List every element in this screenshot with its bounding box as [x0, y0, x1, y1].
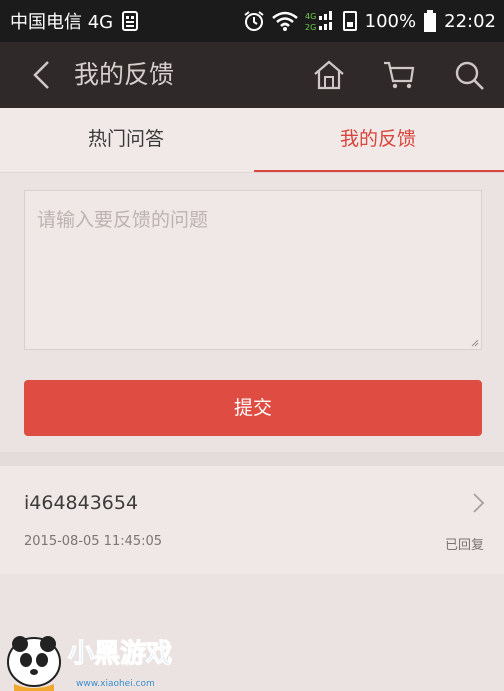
home-icon[interactable]: [312, 58, 346, 92]
back-icon[interactable]: [26, 58, 60, 92]
feedback-list-item[interactable]: i464843654 2015-08-05 11:45:05 已回复: [0, 466, 504, 574]
sim-icon: [122, 11, 139, 31]
submit-button[interactable]: 提交: [24, 380, 482, 436]
tab-hot-qa[interactable]: 热门问答: [0, 108, 252, 172]
tab-my-feedback[interactable]: 我的反馈: [252, 108, 504, 172]
search-icon[interactable]: [452, 58, 486, 92]
feedback-placeholder: 请输入要反馈的问题: [37, 209, 209, 231]
resize-grip-icon[interactable]: [471, 339, 479, 347]
svg-text:4G: 4G: [305, 12, 316, 21]
watermark-url: www.xiaohei.com: [76, 679, 155, 689]
feedback-status: 已回复: [444, 538, 484, 553]
watermark-brand: 小黑游戏: [68, 639, 172, 669]
battery-icon: [424, 10, 437, 32]
wifi-icon: [271, 11, 298, 31]
svg-text:2G: 2G: [305, 23, 316, 32]
clock: 22:02: [444, 10, 496, 32]
feedback-timestamp: 2015-08-05 11:45:05: [24, 534, 163, 549]
section-divider: [0, 452, 504, 466]
chevron-right-icon: [473, 493, 485, 513]
status-bar: 中国电信 4G 4G 2G 100% 22:02: [0, 0, 504, 42]
battery-percent: 100%: [364, 10, 417, 32]
cart-icon[interactable]: [382, 58, 416, 92]
feedback-input[interactable]: 请输入要反馈的问题: [24, 190, 482, 350]
signal-icon: 4G 2G: [305, 11, 332, 32]
watermark-logo: 小黑游戏 www.xiaohei.com: [7, 636, 173, 691]
device-icon: [342, 11, 357, 31]
nav-bar: 我的反馈: [0, 42, 504, 108]
active-tab-indicator: [254, 170, 504, 172]
feedback-user: i464843654: [24, 492, 139, 514]
tab-bar: 热门问答 我的反馈: [0, 108, 504, 173]
alarm-icon: [244, 11, 264, 31]
page-title: 我的反馈: [74, 60, 175, 89]
carrier-label: 中国电信 4G: [10, 12, 114, 33]
